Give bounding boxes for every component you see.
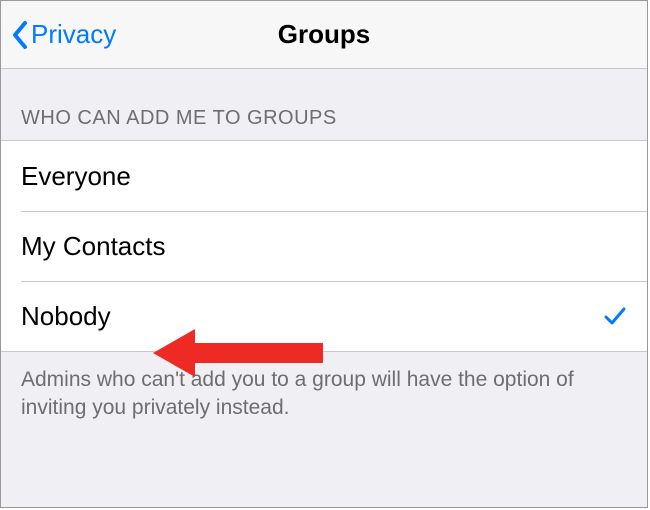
back-button[interactable]: Privacy bbox=[11, 19, 116, 50]
option-my-contacts[interactable]: My Contacts bbox=[1, 211, 647, 281]
option-label: My Contacts bbox=[21, 231, 166, 262]
navbar: Privacy Groups bbox=[1, 1, 647, 69]
checkmark-icon bbox=[603, 304, 627, 328]
back-label: Privacy bbox=[31, 19, 116, 50]
chevron-left-icon bbox=[11, 20, 29, 50]
option-everyone[interactable]: Everyone bbox=[1, 141, 647, 211]
option-label: Nobody bbox=[21, 301, 111, 332]
options-list: Everyone My Contacts Nobody bbox=[1, 140, 647, 352]
section-header: WHO CAN ADD ME TO GROUPS bbox=[1, 69, 647, 140]
settings-screen: Privacy Groups WHO CAN ADD ME TO GROUPS … bbox=[0, 0, 648, 508]
option-nobody[interactable]: Nobody bbox=[1, 281, 647, 351]
section-footer: Admins who can't add you to a group will… bbox=[1, 352, 647, 437]
option-label: Everyone bbox=[21, 161, 131, 192]
